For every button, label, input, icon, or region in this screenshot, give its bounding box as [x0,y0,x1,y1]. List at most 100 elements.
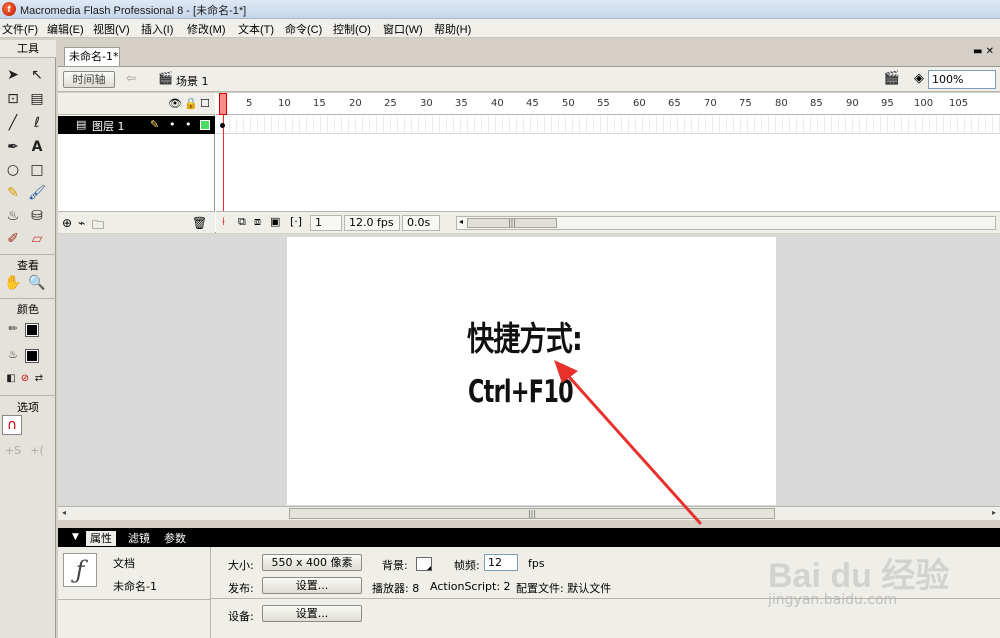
scroll-left-icon[interactable]: ◂ [62,508,66,517]
layer-name[interactable]: 图层 1 [92,118,125,134]
lasso-tool-icon[interactable]: ℓ [26,112,48,134]
modify-onion-markers-icon[interactable]: [·] [290,215,302,228]
menu-window[interactable]: 窗口(W) [383,21,423,37]
smooth-icon[interactable]: +S [2,440,24,462]
annotation-arrow-shaft [560,367,702,525]
layer-visibility-dot[interactable]: • [169,118,176,131]
oval-tool-icon[interactable]: ○ [2,159,24,181]
menu-commands[interactable]: 命令(C) [285,21,322,37]
eye-icon[interactable]: 👁 [168,97,182,110]
menu-help[interactable]: 帮助(H) [434,21,471,37]
pen-tool-icon[interactable]: ✒ [2,136,24,158]
timeline-toggle-button[interactable]: 时间轴 [63,71,115,88]
ruler-label: 105 [949,98,969,109]
elapsed-time-field: 0.0s [402,215,440,231]
playhead-line [223,115,224,211]
onion-skin-outlines-icon[interactable]: ⧈ [254,215,261,229]
tab-parameters[interactable]: 参数 [160,531,190,546]
ruler-label: 90 [846,98,859,109]
view-header: 查看 [17,259,39,272]
publish-settings-button[interactable]: 设置... [262,577,362,594]
frame-rate-input[interactable]: 12 [484,554,518,571]
annotation-arrow-head [554,360,578,383]
center-frame-icon[interactable]: ⟊ [222,215,225,229]
back-arrow-icon[interactable]: ⇦ [122,71,140,88]
ruler-label: 15 [313,98,326,109]
ruler-label: 75 [739,98,752,109]
background-color-swatch[interactable] [416,557,432,571]
snap-to-objects-icon[interactable]: ∩ [2,415,22,435]
selection-tool-icon[interactable]: ➤ [2,64,24,86]
frame-rate-label: 帧频: [454,559,480,572]
publish-label: 发布: [228,582,254,595]
window-controls[interactable]: ▬ ✕ [973,46,994,57]
device-settings-button[interactable]: 设置... [262,605,362,622]
layer-row[interactable]: ▤ 图层 1 ✎ • • [58,116,215,134]
ruler-label: 65 [668,98,681,109]
edit-symbol-icon[interactable]: ◈ [914,71,924,86]
gradient-transform-tool-icon[interactable]: ▤ [26,88,48,110]
layer-lock-dot[interactable]: • [185,118,192,131]
keyframe[interactable] [220,123,225,128]
delete-layer-icon[interactable]: 🗑 [192,216,207,230]
stroke-color-swatch[interactable] [25,323,39,337]
scrollbar-thumb[interactable]: ||| [467,218,557,228]
swap-colors-icon[interactable]: ⇄ [28,368,50,390]
edit-scene-icon[interactable]: 🎬 [884,71,900,86]
scroll-right-icon[interactable]: ▸ [992,508,996,517]
ink-bottle-tool-icon[interactable]: ♨ [2,205,24,227]
playhead[interactable] [219,93,227,115]
document-tab[interactable]: 未命名-1* [64,47,120,66]
brush-tool-icon[interactable]: 🖌 [26,182,48,204]
timeline-scrollbar[interactable]: ◂ ||| [456,216,996,230]
rectangle-tool-icon[interactable]: □ [26,159,48,181]
tools-header: 工具 [0,40,56,58]
collapse-triangle-icon[interactable]: ▼ [72,532,79,542]
ruler-label: 45 [526,98,539,109]
add-guide-layer-icon[interactable]: ⌁ [78,216,85,230]
frame-row[interactable] [216,116,1000,134]
eraser-tool-icon[interactable]: ▱ [26,228,48,250]
menu-control[interactable]: 控制(O) [333,21,371,37]
menu-modify[interactable]: 修改(M) [187,21,226,37]
hand-tool-icon[interactable]: ✋ [2,272,24,294]
properties-tab-bar: ▼ 属性 滤镜 参数 [58,530,1000,547]
fill-color-swatch[interactable] [25,349,39,363]
frame-ruler[interactable]: 1 5 10 15 20 25 30 35 40 45 50 55 60 65 … [216,93,1000,115]
document-size-button[interactable]: 550 x 400 像素 [262,554,362,571]
onion-skin-icon[interactable]: ⧉ [238,215,246,229]
eyedropper-tool-icon[interactable]: ✐ [2,228,24,250]
menu-bar: 文件(F) 编辑(E) 视图(V) 插入(I) 修改(M) 文本(T) 命令(C… [0,19,1000,38]
subselection-tool-icon[interactable]: ↖ [26,64,48,86]
lock-icon[interactable]: 🔒 [184,97,198,110]
insert-layer-icon[interactable]: ⊕ [62,216,72,230]
stage-text-shortcut-title[interactable]: 快捷方式: [467,312,583,360]
player-version: 播放器: 8 [372,582,420,595]
ruler-label: 30 [420,98,433,109]
layer-icon: ▤ [76,118,87,131]
zoom-tool-icon[interactable]: 🔍 [26,272,48,294]
straighten-icon[interactable]: +( [26,440,48,462]
layer-editing-pencil-icon: ✎ [150,118,160,131]
menu-file[interactable]: 文件(F) [2,21,38,37]
watermark-logo: Bai du 经验 [768,557,950,595]
menu-insert[interactable]: 插入(I) [141,21,173,37]
divider [58,599,210,600]
pencil-tool-icon[interactable]: ✎ [2,182,24,204]
free-transform-tool-icon[interactable]: ⊡ [2,88,24,110]
text-tool-icon[interactable]: A [26,136,48,158]
outline-square-icon[interactable]: ☐ [200,97,210,110]
layer-outline-color[interactable] [200,120,210,130]
zoom-select[interactable]: 100% [928,70,996,89]
scroll-left-icon[interactable]: ◂ [459,217,463,226]
stage-scrollbar[interactable]: ◂ ||| ▸ [58,506,1000,520]
edit-multiple-frames-icon[interactable]: ▣ [270,215,280,228]
tools-divider [0,254,56,255]
menu-text[interactable]: 文本(T) [238,21,274,37]
menu-view[interactable]: 视图(V) [93,21,130,37]
paint-bucket-tool-icon[interactable]: ⛁ [26,205,48,227]
menu-edit[interactable]: 编辑(E) [47,21,84,37]
tab-filters[interactable]: 滤镜 [124,531,154,546]
line-tool-icon[interactable]: ╱ [2,112,24,134]
tab-properties[interactable]: 属性 [86,531,116,546]
